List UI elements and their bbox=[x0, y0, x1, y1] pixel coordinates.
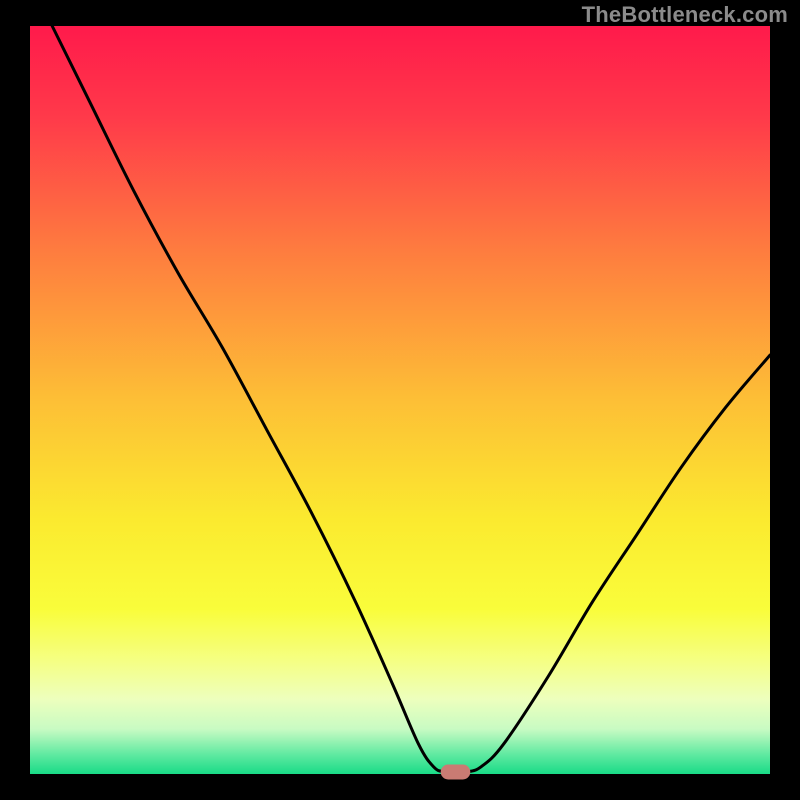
plot-area bbox=[30, 26, 770, 774]
optimal-marker bbox=[441, 765, 471, 780]
bottleneck-chart bbox=[0, 0, 800, 800]
chart-frame: TheBottleneck.com bbox=[0, 0, 800, 800]
watermark-label: TheBottleneck.com bbox=[582, 2, 788, 28]
